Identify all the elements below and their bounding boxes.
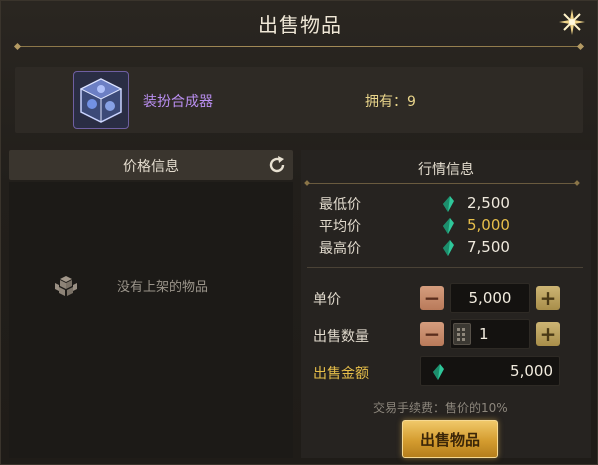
- refresh-button[interactable]: [265, 153, 289, 177]
- close-button[interactable]: [557, 7, 587, 37]
- min-price-value: 2,500: [467, 194, 510, 212]
- unit-price-increase-button[interactable]: +: [536, 286, 560, 310]
- unit-price-decrease-button[interactable]: −: [420, 286, 444, 310]
- title-divider: [17, 46, 581, 47]
- gem-icon: [443, 240, 454, 256]
- empty-message: 没有上架的物品: [117, 280, 209, 295]
- max-price-label: 最高价: [319, 241, 361, 257]
- gem-icon: [433, 364, 444, 380]
- cube-icon: [79, 78, 123, 123]
- empty-box-icon: [55, 276, 77, 296]
- gem-icon: [443, 196, 454, 212]
- market-info-title: 行情信息: [418, 162, 474, 178]
- total-amount-value: 5,000: [510, 362, 553, 380]
- item-name: 装扮合成器: [143, 94, 213, 110]
- max-price-value: 7,500: [467, 238, 510, 256]
- plus-icon: +: [539, 286, 557, 310]
- avg-price-label: 平均价: [319, 219, 361, 235]
- quantity-decrease-button[interactable]: −: [420, 322, 444, 346]
- market-divider: [307, 183, 577, 184]
- gem-icon: [443, 218, 454, 234]
- total-amount-field: 5,000: [420, 356, 560, 386]
- owned-label: 拥有：: [365, 94, 407, 110]
- unit-price-input[interactable]: 5,000: [450, 283, 530, 313]
- owned-count: 拥有：9: [365, 91, 416, 111]
- item-bar: 装扮合成器 拥有：9: [15, 67, 583, 133]
- refresh-icon: [269, 156, 285, 173]
- plus-icon: +: [539, 322, 557, 346]
- sell-dialog: 出售物品 装扮合成器 拥有：9 价格信息 没有上架的物品 行情信息 最低价 2,…: [0, 0, 598, 465]
- calculator-icon[interactable]: [453, 323, 471, 345]
- total-label: 出售金额: [313, 366, 369, 382]
- minus-icon: −: [423, 322, 441, 346]
- quantity-increase-button[interactable]: +: [536, 322, 560, 346]
- price-info-header: 价格信息: [9, 150, 293, 180]
- quantity-label: 出售数量: [313, 329, 369, 345]
- fee-note: 交易手续费：售价的10%: [373, 401, 508, 415]
- owned-value: 9: [407, 94, 416, 110]
- price-list-panel: [9, 182, 293, 458]
- price-info-title: 价格信息: [123, 159, 179, 175]
- form-divider: [307, 267, 583, 268]
- close-icon: [559, 9, 585, 35]
- dialog-title: 出售物品: [258, 13, 342, 37]
- min-price-label: 最低价: [319, 197, 361, 213]
- avg-price-value: 5,000: [467, 216, 510, 234]
- quantity-value: 1: [479, 325, 489, 343]
- minus-icon: −: [423, 286, 441, 310]
- unit-price-label: 单价: [313, 292, 341, 308]
- sell-item-button[interactable]: 出售物品: [402, 420, 498, 458]
- item-thumbnail: [73, 71, 129, 129]
